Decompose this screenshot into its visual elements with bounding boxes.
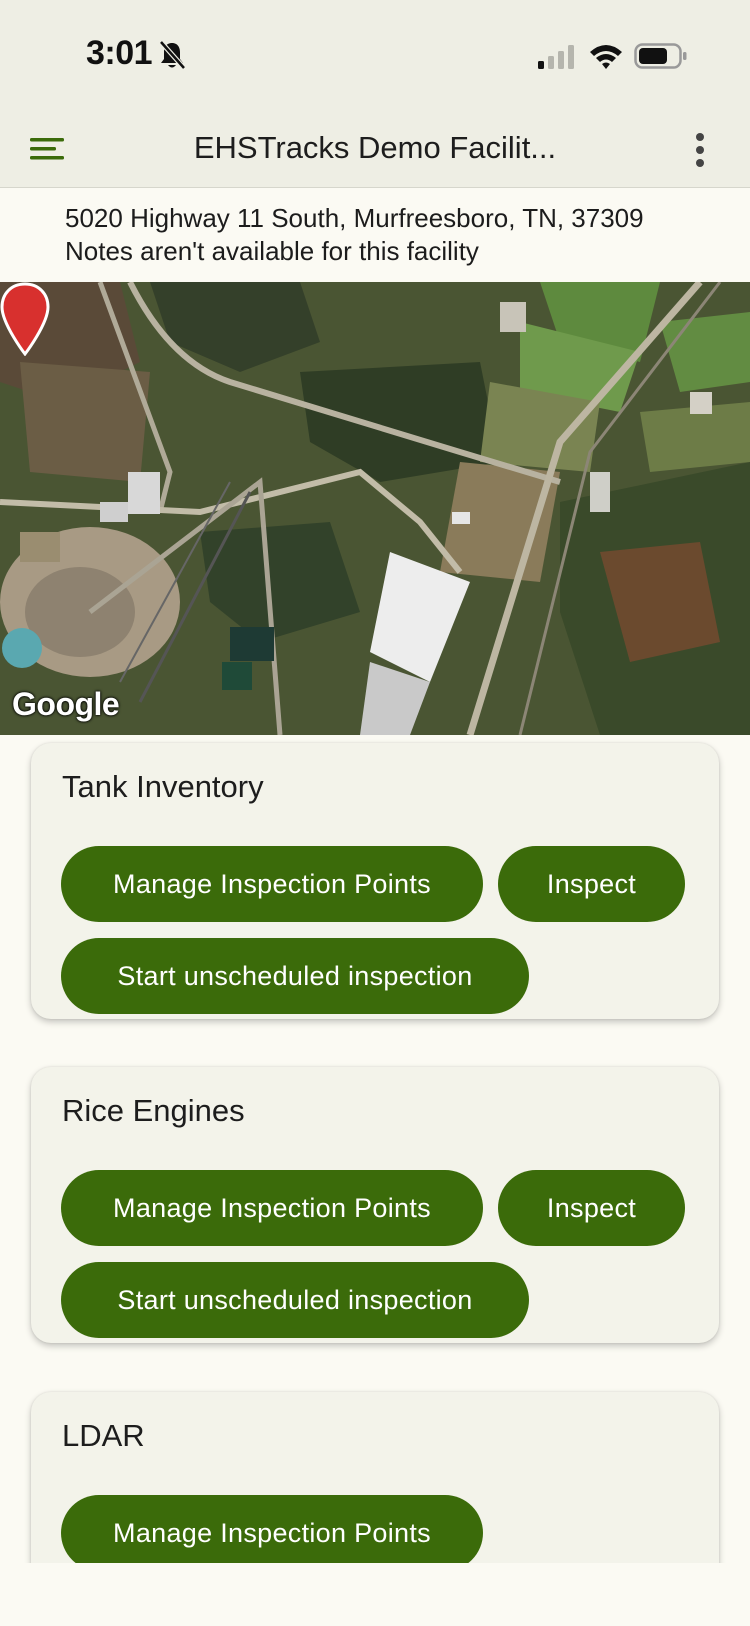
facility-notes: Notes aren't available for this facility [65, 236, 479, 266]
card-rice-engines: Rice Engines Manage Inspection Points In… [31, 1067, 719, 1343]
card-tank-inventory: Tank Inventory Manage Inspection Points … [31, 743, 719, 1019]
inspect-button[interactable]: Inspect [498, 1170, 685, 1246]
card-title: Rice Engines [62, 1093, 245, 1128]
card-title: Tank Inventory [62, 769, 264, 804]
top-bar: 3:01 EHSTracks Demo Facilit... [0, 0, 750, 188]
inspection-cards-list[interactable]: Tank Inventory Manage Inspection Points … [0, 735, 750, 1563]
more-vertical-icon[interactable] [690, 130, 710, 170]
start-unscheduled-inspection-button[interactable]: Start unscheduled inspection [61, 1262, 529, 1338]
bell-off-icon [159, 40, 186, 70]
card-title: LDAR [62, 1418, 145, 1453]
hamburger-menu-icon[interactable] [30, 134, 66, 164]
start-unscheduled-inspection-button[interactable]: Start unscheduled inspection [61, 938, 529, 1014]
signal-icon [538, 45, 574, 69]
battery-icon [634, 43, 687, 69]
app-title: EHSTracks Demo Facilit... [193, 130, 557, 165]
facility-info: 5020 Highway 11 South, Murfreesboro, TN,… [65, 202, 725, 268]
satellite-imagery [0, 282, 750, 735]
google-attribution: Google [12, 686, 120, 722]
inspect-button[interactable]: Inspect [498, 846, 685, 922]
map-pin-icon[interactable] [0, 282, 50, 356]
satellite-map[interactable]: Google [0, 282, 750, 735]
status-time: 3:01 [86, 34, 153, 72]
manage-inspection-points-button[interactable]: Manage Inspection Points [61, 846, 483, 922]
facility-address: 5020 Highway 11 South, Murfreesboro, TN,… [65, 203, 644, 233]
manage-inspection-points-button[interactable]: Manage Inspection Points [61, 1170, 483, 1246]
manage-inspection-points-button[interactable]: Manage Inspection Points [61, 1495, 483, 1563]
card-ldar: LDAR Manage Inspection Points [31, 1392, 719, 1563]
wifi-icon [590, 45, 622, 69]
